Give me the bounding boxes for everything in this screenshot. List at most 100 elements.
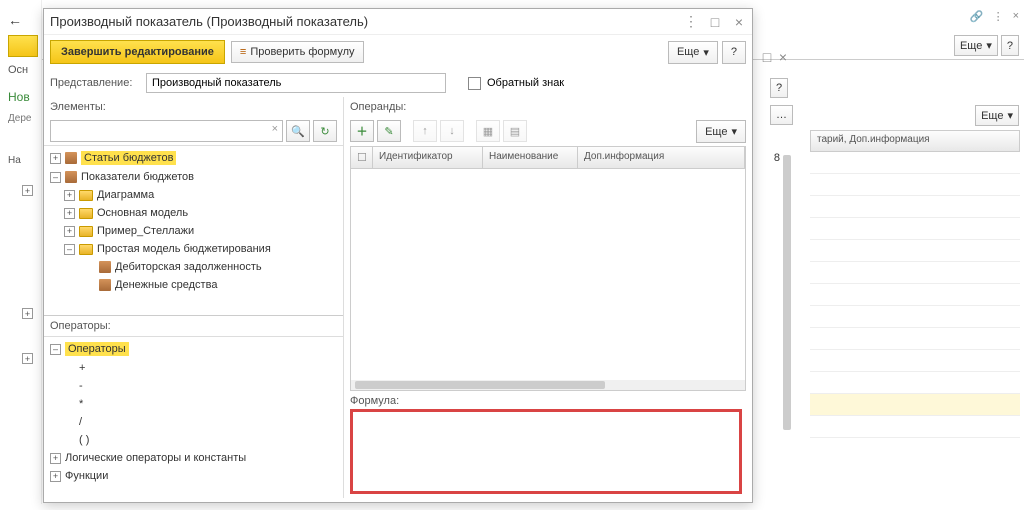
kebab-icon[interactable]: ⋮	[993, 10, 1004, 23]
more-button-right[interactable]: Еще ▾	[975, 105, 1019, 126]
elements-search-input[interactable]: ×	[50, 120, 283, 142]
grid-body[interactable]	[351, 169, 745, 380]
tree-item-diagram[interactable]: + Диаграмма	[44, 186, 343, 204]
right-grid-header: тарий, Доп.информация	[810, 130, 1020, 152]
expander-icon[interactable]: –	[64, 244, 75, 255]
more-button-bg[interactable]: Еще ▾	[954, 35, 998, 56]
kebab-icon[interactable]: ⋮	[684, 15, 698, 29]
operands-more-button[interactable]: Еще ▾	[696, 120, 746, 143]
extra-column[interactable]: Доп.информация	[578, 147, 745, 168]
cube-icon	[99, 279, 111, 291]
operator-plus[interactable]: +	[44, 359, 343, 377]
close-icon[interactable]: ×	[732, 15, 746, 29]
operator-div[interactable]: /	[44, 413, 343, 431]
cube-icon	[65, 152, 77, 164]
tree-item-cash[interactable]: Денежные средства	[44, 276, 343, 294]
operator-paren[interactable]: ( )	[44, 431, 343, 449]
horizontal-scrollbar[interactable]	[351, 380, 745, 390]
tree-item-example-racks[interactable]: + Пример_Стеллажи	[44, 222, 343, 240]
tree-item-functions[interactable]: + Функции	[44, 467, 343, 485]
back-icon[interactable]: ←	[8, 12, 22, 28]
tree-item-operators-root[interactable]: – Операторы	[44, 339, 343, 359]
formula-icon: ≡	[240, 46, 246, 58]
expander-peek[interactable]: +	[22, 353, 33, 364]
cube-icon	[99, 261, 111, 273]
operand-toolbar: ＋ ✎ ↑ ↓ ▦ ▤ Еще ▾	[344, 117, 752, 146]
folder-icon	[79, 244, 93, 255]
left-peek-panel: ← Осн Нов Дере На + + +	[0, 0, 42, 504]
edit-button[interactable]: ✎	[377, 120, 401, 142]
add-button[interactable]: ＋	[350, 120, 374, 142]
link-icon[interactable]: 🔗	[970, 10, 984, 23]
column-label-peek: На	[8, 155, 21, 166]
tree-label-peek: Дере	[8, 113, 31, 124]
expander-icon[interactable]: +	[64, 190, 75, 201]
expander-peek[interactable]: +	[22, 308, 33, 319]
ellipsis-button-mid[interactable]: …	[770, 105, 793, 125]
tree-item-receivables[interactable]: Дебиторская задолженность	[44, 258, 343, 276]
list-view-button[interactable]: ▤	[503, 120, 527, 142]
tree-item-main-model[interactable]: + Основная модель	[44, 204, 343, 222]
reverse-sign-checkbox[interactable]	[468, 77, 481, 90]
check-formula-button[interactable]: ≡ Проверить формулу	[231, 41, 364, 63]
scrollbar-mid[interactable]	[783, 155, 791, 430]
formula-editor[interactable]	[350, 409, 742, 494]
title-bar: Производный показатель (Производный пока…	[44, 9, 752, 35]
elements-tree: + Статьи бюджетов – Показатели бюджетов …	[44, 145, 343, 315]
operators-label: Операторы:	[44, 316, 343, 336]
main-toolbar: Завершить редактирование ≡ Проверить фор…	[44, 35, 752, 69]
right-grid-peek: тарий, Доп.информация	[810, 130, 1020, 500]
help-button[interactable]: ?	[722, 41, 746, 64]
refresh-button[interactable]: ↻	[313, 120, 337, 142]
new-label-peek: Нов	[8, 90, 30, 104]
check-column: ☐	[351, 147, 373, 168]
clear-icon[interactable]: ×	[272, 123, 278, 135]
save-button-peek[interactable]	[8, 35, 38, 57]
move-down-button[interactable]: ↓	[440, 120, 464, 142]
operator-minus[interactable]: -	[44, 377, 343, 395]
list-icon: ▤	[510, 125, 520, 138]
tree-item-simple-model[interactable]: – Простая модель бюджетирования	[44, 240, 343, 258]
magnifier-icon: 🔍	[291, 125, 305, 138]
folder-icon	[79, 190, 93, 201]
move-up-button[interactable]: ↑	[413, 120, 437, 142]
expander-icon[interactable]: –	[50, 344, 61, 355]
expander-peek[interactable]: +	[22, 185, 33, 196]
refresh-icon: ↻	[320, 125, 329, 138]
maximize-icon-mid[interactable]: □	[760, 50, 774, 64]
help-button-mid[interactable]: ?	[770, 78, 788, 98]
reverse-sign-label: Обратный знак	[487, 77, 564, 89]
close-icon[interactable]: ×	[1013, 10, 1019, 23]
expander-icon[interactable]: +	[50, 453, 61, 464]
id-column[interactable]: Идентификатор	[373, 147, 483, 168]
more-button[interactable]: Еще ▾	[668, 41, 718, 64]
plus-icon: ＋	[357, 123, 368, 139]
tree-item-logical[interactable]: + Логические операторы и константы	[44, 449, 343, 467]
tree-item-budget-articles[interactable]: + Статьи бюджетов	[44, 148, 343, 168]
expander-icon[interactable]: +	[64, 208, 75, 219]
expander-icon[interactable]: +	[64, 226, 75, 237]
close-icon-mid[interactable]: ×	[776, 50, 790, 64]
numeric-value: 8	[760, 152, 780, 164]
tree-item-budget-indicators[interactable]: – Показатели бюджетов	[44, 168, 343, 186]
operands-label: Операнды:	[344, 97, 752, 117]
cube-icon	[65, 171, 77, 183]
grid-view-button[interactable]: ▦	[476, 120, 500, 142]
formula-label: Формула:	[350, 395, 746, 407]
operator-mult[interactable]: *	[44, 395, 343, 413]
representation-label: Представление:	[50, 77, 140, 89]
elements-label: Элементы:	[44, 97, 343, 117]
maximize-icon[interactable]: □	[708, 15, 722, 29]
finish-edit-button[interactable]: Завершить редактирование	[50, 40, 225, 64]
representation-input[interactable]	[146, 73, 446, 93]
name-column[interactable]: Наименование	[483, 147, 578, 168]
grid-icon: ▦	[483, 125, 493, 138]
expander-icon[interactable]: +	[50, 471, 61, 482]
expander-icon[interactable]: +	[50, 153, 61, 164]
help-button-bg[interactable]: ?	[1001, 35, 1019, 56]
search-button[interactable]: 🔍	[286, 120, 310, 142]
tab-main-peek[interactable]: Осн	[8, 64, 28, 76]
dialog-title: Производный показатель (Производный пока…	[50, 14, 684, 29]
arrow-up-icon: ↑	[422, 125, 428, 137]
expander-icon[interactable]: –	[50, 172, 61, 183]
